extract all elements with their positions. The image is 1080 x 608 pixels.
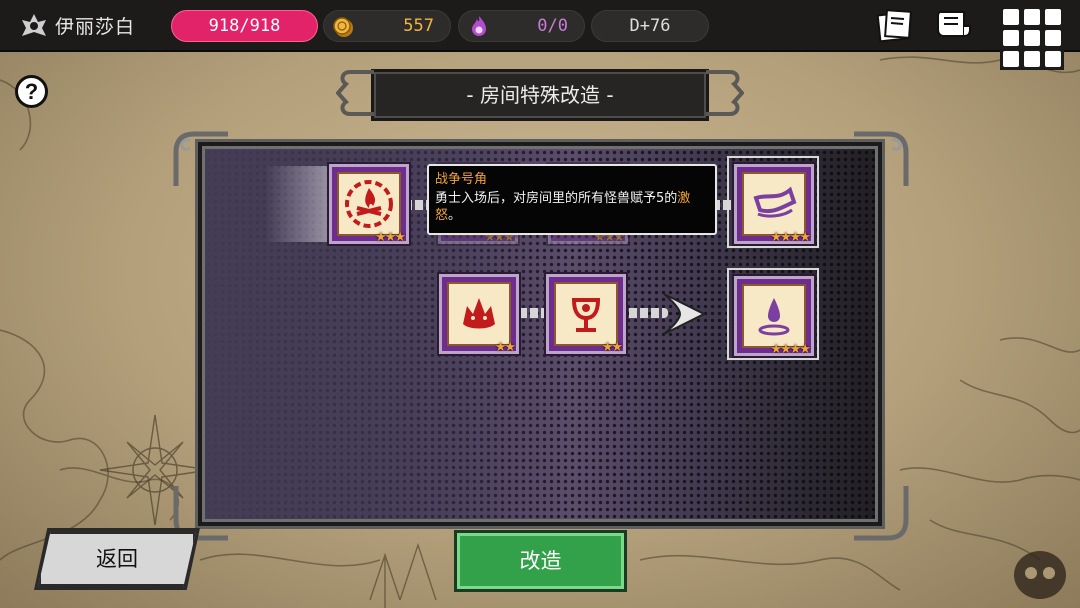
fade-trail — [265, 166, 335, 242]
card-stars: ★★ — [494, 340, 516, 355]
hp-counter: 918/918 — [171, 10, 318, 42]
potion-drop-icon — [758, 298, 790, 336]
hp-value: 918/918 — [208, 16, 281, 36]
card-result-potion[interactable]: ★★★★ — [734, 276, 814, 357]
wolf-head-icon — [463, 298, 495, 329]
skill-tooltip: 战争号角 勇士入场后，对房间里的所有怪兽赋予5的激怒。 — [427, 164, 717, 235]
back-button[interactable]: 返回 — [38, 531, 196, 587]
shield-emblem-icon — [22, 14, 46, 36]
card-stars: ★★★★ — [770, 230, 811, 245]
card-stars: ★★★★ — [770, 342, 811, 357]
page-title: - 房间特殊改造 - — [466, 83, 614, 107]
card-book-icon[interactable] — [876, 8, 914, 44]
gold-coin-icon — [333, 17, 353, 37]
goblet-icon — [571, 298, 601, 332]
corner-ornament-icon — [173, 131, 228, 186]
horn-icon — [753, 186, 797, 218]
card-goblet[interactable]: ★★ — [546, 274, 626, 355]
skull-icon — [1014, 551, 1066, 599]
day-value: D+76 — [629, 16, 671, 36]
back-button-label: 返回 — [96, 547, 138, 571]
banner-ornament-left-icon — [336, 70, 374, 116]
scroll-icon[interactable] — [934, 8, 974, 44]
grid-menu-icon[interactable] — [1000, 6, 1064, 70]
gold-counter: 557 — [323, 10, 451, 42]
modify-button[interactable]: 改造 — [457, 533, 624, 589]
soul-value: 0/0 — [537, 16, 568, 36]
title-banner: - 房间特殊改造 - — [374, 72, 706, 118]
tooltip-title: 战争号角 — [435, 172, 488, 187]
card-war-horn-source[interactable]: ★★★ — [329, 164, 409, 245]
tooltip-body: 勇士入场后，对房间里的所有怪兽赋予5的激怒。 — [435, 191, 691, 223]
modify-button-label: 改造 — [519, 549, 562, 573]
soul-counter: 0/0 — [458, 10, 585, 42]
card-wolf-head[interactable]: ★★ — [439, 274, 519, 355]
corner-ornament-icon — [854, 131, 909, 186]
day-counter: D+76 — [591, 10, 709, 42]
top-status-bar: 伊丽莎白 918/918 557 0/0 D+76 — [0, 0, 1080, 70]
help-icon: ? — [24, 79, 39, 104]
gold-value: 557 — [403, 16, 434, 36]
help-button[interactable]: ? — [15, 75, 48, 108]
card-stars: ★★★ — [375, 230, 406, 245]
card-result-war-horn[interactable]: ★★★★ — [734, 164, 814, 245]
soul-flame-icon — [472, 16, 486, 36]
card-stars: ★★ — [601, 340, 623, 355]
corner-ornament-icon — [854, 486, 909, 541]
banner-ornament-right-icon — [706, 70, 744, 116]
player-name: 伊丽莎白 — [55, 16, 136, 38]
campfire-gear-icon — [345, 180, 393, 228]
chain-arrow-icon — [663, 293, 707, 335]
